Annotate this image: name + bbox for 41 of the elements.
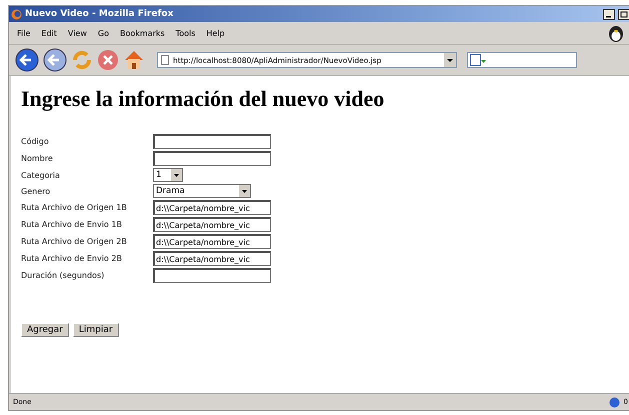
maximize-button[interactable] (618, 8, 629, 20)
minimize-button[interactable] (603, 8, 615, 20)
globe-icon (608, 396, 620, 408)
dropdown-icon[interactable] (171, 169, 182, 181)
input-field[interactable]: d:\\Carpeta/nombre_vic (153, 251, 271, 266)
input-field[interactable] (153, 134, 271, 149)
form-button[interactable]: Agregar (21, 323, 69, 337)
menu-item[interactable]: Help (206, 28, 225, 38)
field-label: Código (21, 137, 50, 146)
menu-item[interactable]: View (68, 28, 87, 38)
menu-item[interactable]: Go (98, 28, 109, 38)
penguin-icon (608, 24, 624, 42)
input-field[interactable] (153, 268, 271, 283)
input-field[interactable]: d:\\Carpeta/nombre_vic (153, 200, 271, 215)
field-label: Ruta Archivo de Origen 2B (21, 237, 128, 246)
field-label: Ruta Archivo de Envio 1B (21, 220, 123, 229)
select-field[interactable]: 1 (153, 168, 183, 182)
dropdown-icon[interactable] (239, 185, 250, 197)
field-label: Nombre (21, 154, 54, 163)
back-icon[interactable] (15, 48, 39, 72)
field-label: Ruta Archivo de Origen 1B (21, 203, 128, 212)
page-icon (161, 55, 169, 65)
menu-item[interactable]: Bookmarks (120, 28, 165, 38)
home-icon[interactable] (123, 49, 145, 71)
dropdown-icon[interactable] (444, 53, 456, 67)
field-label: Duración (segundos) (21, 271, 106, 280)
field-label: Categoria (21, 170, 61, 180)
stop-icon[interactable] (97, 49, 119, 71)
menu-item[interactable]: Edit (41, 28, 57, 38)
menu-item[interactable]: File (17, 28, 30, 38)
field-label: Genero (21, 186, 52, 196)
select-field[interactable]: Drama (153, 184, 251, 198)
input-field[interactable]: d:\\Carpeta/nombre_vic (153, 234, 271, 249)
search-field[interactable] (467, 52, 577, 68)
page-heading: Ingrese la información del nuevo video (21, 86, 386, 112)
input-field[interactable]: d:\\Carpeta/nombre_vic (153, 217, 271, 232)
input-field[interactable] (153, 151, 271, 166)
form-button[interactable]: Limpiar (72, 323, 119, 337)
window-title: Nuevo Video - Mozilla Firefox (25, 9, 174, 19)
menu-item[interactable]: Tools (176, 28, 196, 38)
field-label: Ruta Archivo de Envio 2B (21, 254, 123, 263)
